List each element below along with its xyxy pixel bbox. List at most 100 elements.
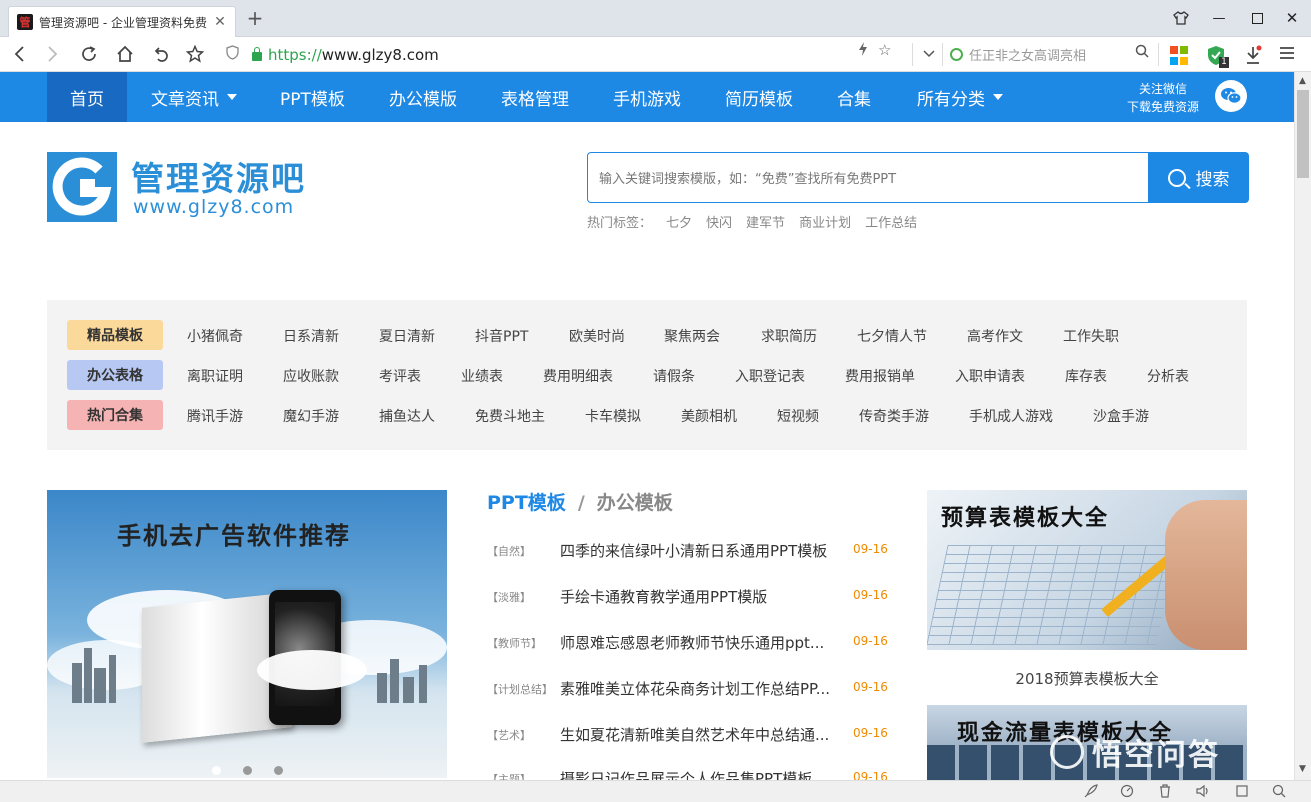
security-shield-icon[interactable]: 1 — [1206, 45, 1229, 68]
lightning-icon[interactable] — [858, 41, 868, 61]
news-title[interactable]: 素雅唯美立体花朵商务计划工作总结PP... — [560, 678, 852, 699]
menu-icon[interactable] — [1278, 45, 1298, 65]
tag-link[interactable]: 卡车模拟 — [585, 406, 641, 426]
tag-link[interactable]: 沙盒手游 — [1093, 406, 1149, 426]
browser-search-input[interactable]: 任正非之女高调亮相 — [950, 41, 1155, 68]
tag-link[interactable]: 费用明细表 — [543, 366, 613, 386]
tag-link[interactable]: 库存表 — [1065, 366, 1107, 386]
carousel-dot[interactable] — [243, 766, 252, 775]
hot-tag[interactable]: 七夕 — [666, 212, 692, 231]
tag-link[interactable]: 工作失职 — [1063, 326, 1119, 346]
budget-template-image[interactable]: 预算表模板大全 — [927, 490, 1247, 650]
news-item[interactable]: 【计划总结】 素雅唯美立体花朵商务计划工作总结PP... 09-16 — [487, 678, 888, 699]
news-title[interactable]: 手绘卡通教育教学通用PPT模版 — [560, 586, 852, 607]
apps-grid-icon[interactable] — [1170, 46, 1190, 66]
tag-link[interactable]: 小猪佩奇 — [187, 326, 243, 346]
tag-link[interactable]: 分析表 — [1147, 366, 1189, 386]
wechat-follow-text[interactable]: 关注微信 下载免费资源 — [1118, 80, 1208, 116]
carousel-dot[interactable] — [212, 766, 221, 775]
row-label-office-tables[interactable]: 办公表格 — [67, 360, 163, 390]
scroll-up-icon[interactable]: ▲ — [1299, 76, 1306, 86]
hot-tag[interactable]: 快闪 — [706, 212, 732, 231]
tab-ppt-templates[interactable]: PPT模板 — [487, 492, 566, 514]
tab-office-templates[interactable]: 办公模板 — [597, 492, 673, 514]
wechat-icon[interactable] — [1215, 80, 1247, 112]
tag-link[interactable]: 抖音PPT — [475, 326, 528, 346]
tag-link[interactable]: 高考作文 — [967, 326, 1023, 346]
tag-link[interactable]: 考评表 — [379, 366, 421, 386]
tag-link[interactable]: 夏日清新 — [379, 326, 435, 346]
hot-tag[interactable]: 建军节 — [746, 212, 785, 231]
tag-link[interactable]: 费用报销单 — [845, 366, 915, 386]
row-label-hot-collections[interactable]: 热门合集 — [67, 400, 163, 430]
news-title[interactable]: 四季的来信绿叶小清新日系通用PPT模板 — [560, 540, 852, 561]
nav-all-categories[interactable]: 所有分类 — [917, 72, 1003, 122]
search-button[interactable]: 搜索 — [1148, 152, 1249, 203]
nav-resume[interactable]: 简历模板 — [725, 72, 793, 122]
news-title[interactable]: 生如夏花清新唯美自然艺术年中总结通... — [560, 724, 852, 745]
news-category[interactable]: 【艺术】 — [487, 727, 531, 743]
tag-link[interactable]: 聚焦两会 — [664, 326, 720, 346]
hot-tag[interactable]: 商业计划 — [799, 212, 851, 231]
favorite-star-icon[interactable]: ☆ — [878, 41, 891, 61]
tag-link[interactable]: 求职简历 — [761, 326, 817, 346]
news-item[interactable]: 【淡雅】 手绘卡通教育教学通用PPT模版 09-16 — [487, 586, 888, 607]
tag-link[interactable]: 日系清新 — [283, 326, 339, 346]
site-logo[interactable]: 管理资源吧 www.glzy8.com — [47, 152, 307, 222]
carousel-dot[interactable] — [274, 766, 283, 775]
search-icon[interactable] — [1135, 44, 1149, 62]
news-category[interactable]: 【教师节】 — [487, 635, 542, 651]
address-bar[interactable]: https://www.glzy8.com — [226, 41, 912, 68]
nav-collections[interactable]: 合集 — [837, 72, 871, 122]
new-tab-icon[interactable]: + — [246, 8, 264, 28]
minimize-icon[interactable]: — — [1200, 0, 1238, 36]
tag-link[interactable]: 美颜相机 — [681, 406, 737, 426]
back-icon[interactable] — [6, 41, 32, 67]
trash-icon[interactable] — [1159, 784, 1171, 802]
tag-link[interactable]: 传奇类手游 — [859, 406, 929, 426]
tag-link[interactable]: 离职证明 — [187, 366, 243, 386]
shirt-skin-icon[interactable] — [1162, 0, 1200, 36]
nav-mobile-games[interactable]: 手机游戏 — [613, 72, 681, 122]
news-category[interactable]: 【淡雅】 — [487, 589, 531, 605]
tag-link[interactable]: 短视频 — [777, 406, 819, 426]
page-scrollbar[interactable]: ▲ ▼ — [1294, 72, 1311, 780]
banner-carousel[interactable]: 手机去广告软件推荐 — [47, 490, 447, 778]
tag-link[interactable]: 捕鱼达人 — [379, 406, 435, 426]
news-item[interactable]: 【自然】 四季的来信绿叶小清新日系通用PPT模板 09-16 — [487, 540, 888, 561]
tag-link[interactable]: 魔幻手游 — [283, 406, 339, 426]
volume-icon[interactable] — [1196, 784, 1210, 802]
undo-close-icon[interactable] — [148, 41, 174, 67]
forward-icon[interactable] — [40, 41, 66, 67]
download-icon[interactable] — [1244, 45, 1264, 65]
nav-home[interactable]: 首页 — [47, 72, 127, 122]
tag-link[interactable]: 应收账款 — [283, 366, 339, 386]
hot-tag[interactable]: 工作总结 — [865, 212, 917, 231]
news-category[interactable]: 【主题】 — [487, 771, 531, 780]
rocket-icon[interactable] — [1084, 784, 1098, 802]
tab-close-icon[interactable]: ✕ — [213, 14, 227, 30]
tag-link[interactable]: 七夕情人节 — [857, 326, 927, 346]
browser-tab[interactable]: 管 管理资源吧 - 企业管理资料免费 ✕ — [8, 6, 236, 37]
news-item[interactable]: 【艺术】 生如夏花清新唯美自然艺术年中总结通... 09-16 — [487, 724, 888, 745]
reload-icon[interactable] — [76, 41, 102, 67]
budget-caption[interactable]: 2018预算表模板大全 — [927, 668, 1247, 689]
row-label-featured[interactable]: 精品模板 — [67, 320, 163, 350]
scroll-down-icon[interactable]: ▼ — [1299, 764, 1306, 774]
tag-link[interactable]: 入职登记表 — [735, 366, 805, 386]
nav-ppt[interactable]: PPT模板 — [280, 72, 345, 122]
tag-link[interactable]: 业绩表 — [461, 366, 503, 386]
close-window-icon[interactable]: ✕ — [1273, 0, 1311, 36]
speed-icon[interactable] — [1120, 784, 1134, 802]
window-icon[interactable] — [1235, 784, 1249, 802]
tag-link[interactable]: 入职申请表 — [955, 366, 1025, 386]
tag-link[interactable]: 欧美时尚 — [569, 326, 625, 346]
home-icon[interactable] — [112, 41, 138, 67]
maximize-icon[interactable] — [1238, 0, 1276, 36]
news-category[interactable]: 【自然】 — [487, 543, 531, 559]
nav-articles[interactable]: 文章资讯 — [151, 72, 237, 122]
tag-link[interactable]: 免费斗地主 — [475, 406, 545, 426]
site-search-input[interactable]: 输入关键词搜索模版，如：“免费”查找所有免费PPT — [587, 152, 1149, 203]
bookmark-star-icon[interactable] — [182, 41, 208, 67]
nav-tables[interactable]: 表格管理 — [501, 72, 569, 122]
